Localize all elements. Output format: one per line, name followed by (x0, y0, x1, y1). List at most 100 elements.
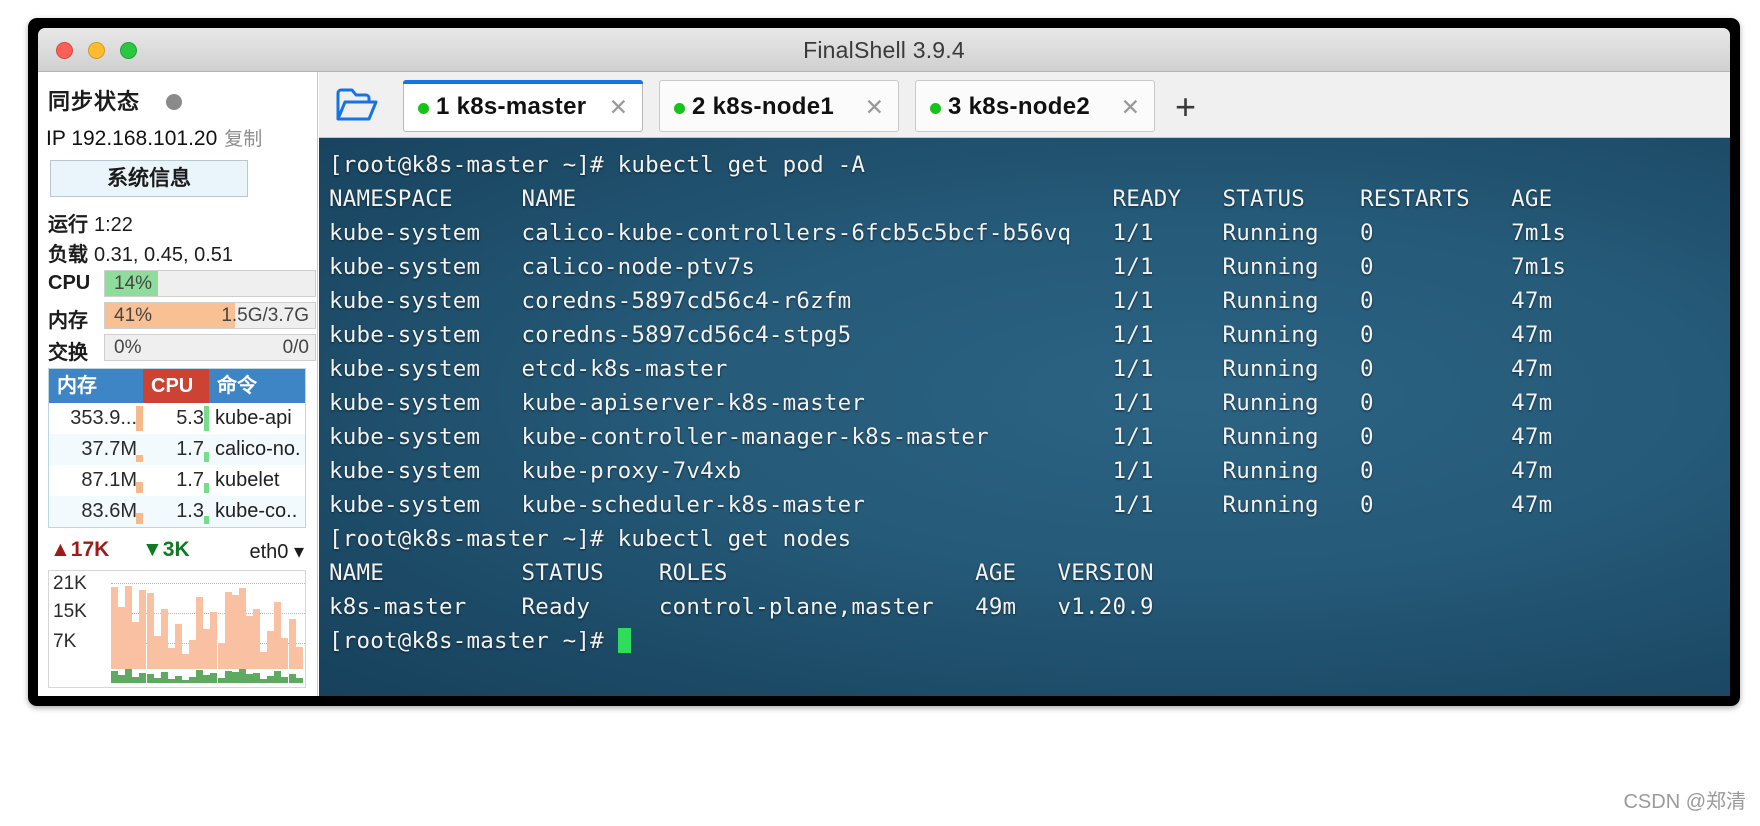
memory-metric-percent: 41% (114, 305, 153, 326)
terminal-line: kube-system coredns-5897cd56c4-stpg5 1/1… (329, 322, 1553, 348)
tab-label: 2 k8s-node1 (692, 93, 835, 120)
tab-k8s-node1[interactable]: 2 k8s-node1 ✕ (659, 80, 899, 132)
system-monitor-sidebar: 同步状态 IP 192.168.101.20 复制 系统信息 运行 1:22 负载 0… (38, 72, 318, 696)
network-baseline-bar (288, 674, 296, 683)
network-baseline-bar (118, 675, 126, 683)
network-bar (132, 621, 140, 669)
terminal-lines: [root@k8s-master ~]# kubectl get pod -A N… (329, 148, 1730, 696)
process-cpu: 1.7 (143, 434, 209, 465)
tab-close-icon[interactable]: ✕ (1121, 94, 1140, 121)
network-bar (288, 619, 296, 669)
process-table: 内存 CPU 命令 353.9... 5.3 kube-api 37.7M 1.7 cal… (48, 368, 306, 528)
tab-k8s-master[interactable]: 1 k8s-master ✕ (403, 80, 643, 132)
network-download-bars (111, 669, 305, 683)
network-bar (139, 589, 147, 669)
terminal-line: kube-system coredns-5897cd56c4-r6zfm 1/1… (329, 288, 1553, 314)
process-command: kube-co.. (215, 500, 298, 522)
network-bar (111, 587, 118, 669)
network-bar (231, 595, 239, 669)
swap-metric-percent: 0% (114, 337, 142, 358)
network-ytick-2: 15K (53, 601, 87, 622)
network-baseline-bar (274, 671, 282, 683)
process-header-command[interactable]: 命令 (209, 369, 305, 403)
tab-k8s-node2[interactable]: 3 k8s-node2 ✕ (915, 80, 1155, 132)
process-memory-bar (136, 513, 143, 524)
process-memory: 87.1M (49, 465, 143, 496)
network-baseline-bar (111, 671, 118, 683)
terminal-line: kube-system calico-kube-controllers-6fcb… (329, 220, 1567, 246)
app-window: FinalShell 3.9.4 同步状态 IP 192.168.101.20 复… (28, 18, 1740, 706)
terminal-line: kube-system kube-controller-manager-k8s-… (329, 424, 1553, 450)
process-row[interactable]: 83.6M 1.3 kube-co.. (49, 496, 305, 527)
cpu-metric-percent: 14% (114, 273, 153, 294)
network-baseline-bar (231, 672, 239, 683)
network-ytick-3: 7K (53, 631, 77, 652)
network-bar (196, 596, 204, 669)
ip-prefix: IP (46, 127, 66, 150)
ip-address-text: IP 192.168.101.20 (46, 127, 217, 150)
loadavg-label: 负载 (48, 244, 88, 266)
process-command: kubelet (215, 469, 280, 491)
network-baseline-bar (281, 677, 289, 683)
process-row[interactable]: 37.7M 1.7 calico-no. (49, 434, 305, 465)
network-bar (182, 653, 189, 669)
sync-status-indicator-icon (166, 94, 182, 110)
network-baseline-bar (189, 677, 197, 683)
screenshot-root: FinalShell 3.9.4 同步状态 IP 192.168.101.20 复… (0, 0, 1760, 826)
process-header-memory[interactable]: 内存 (49, 369, 143, 403)
uptime-value: 1:22 (94, 214, 133, 236)
network-bar (281, 638, 289, 669)
system-info-button[interactable]: 系统信息 (50, 160, 248, 197)
network-baseline-bar (267, 676, 275, 683)
network-baseline-bar (139, 673, 147, 683)
terminal-prompt-line: [root@k8s-master ~]# (329, 624, 1730, 658)
network-interface-label: eth0 (249, 541, 289, 563)
memory-metric-label: 内存 (48, 310, 88, 332)
tab-label: 3 k8s-node2 (948, 93, 1091, 120)
tab-close-icon[interactable]: ✕ (865, 94, 884, 121)
network-bar (267, 631, 275, 669)
network-bar (224, 591, 232, 669)
network-baseline-bar (217, 678, 225, 683)
network-baseline-bar (260, 679, 268, 683)
process-cpu-bar (204, 406, 209, 431)
process-memory-bar (136, 454, 143, 462)
network-baseline-bar (245, 674, 253, 683)
tab-strip: 1 k8s-master ✕ 2 k8s-node1 ✕ 3 k8s-node2… (319, 72, 1730, 138)
network-baseline-bar (132, 677, 140, 683)
terminal-cursor (617, 628, 631, 653)
network-bar (160, 608, 168, 669)
network-bar (253, 608, 260, 669)
network-upload-rate: ▲17K (50, 538, 110, 561)
process-row[interactable]: 87.1M 1.7 kubelet (49, 465, 305, 496)
new-tab-button[interactable]: + (1175, 89, 1196, 125)
process-memory: 353.9... (49, 403, 143, 434)
process-table-body: 353.9... 5.3 kube-api 37.7M 1.7 calico-no. 87.… (49, 403, 305, 527)
process-cpu: 1.7 (143, 465, 209, 496)
copy-ip-button[interactable]: 复制 (224, 129, 262, 150)
process-row[interactable]: 353.9... 5.3 kube-api (49, 403, 305, 434)
process-cpu-bar (204, 483, 209, 493)
network-baseline-bar (146, 674, 154, 683)
network-ytick-1: 21K (53, 573, 87, 594)
window-title: FinalShell 3.9.4 (803, 37, 965, 63)
tab-status-dot-icon (674, 103, 685, 114)
terminal-line: NAME STATUS ROLES AGE VERSION (329, 560, 1154, 586)
process-memory: 37.7M (49, 434, 143, 465)
network-baseline-bar (224, 671, 232, 683)
network-header: ▲17K ▼3K eth0 ▾ (50, 538, 308, 564)
process-cpu-bar (204, 452, 209, 462)
memory-metric-track: 41% 1.5G/3.7G (104, 302, 316, 329)
terminal-output[interactable]: [root@k8s-master ~]# kubectl get pod -A N… (319, 138, 1730, 696)
sync-status-label: 同步状态 (48, 89, 141, 114)
folder-open-icon[interactable] (335, 86, 379, 124)
network-bar (189, 639, 197, 669)
tab-label: 1 k8s-master (436, 93, 587, 120)
process-memory: 83.6M (49, 496, 143, 527)
window-body: 同步状态 IP 192.168.101.20 复制 系统信息 运行 1:22 负载 0… (38, 72, 1730, 696)
tab-close-icon[interactable]: ✕ (609, 94, 628, 121)
network-bar (238, 588, 246, 669)
terminal-line: [root@k8s-master ~]# kubectl get nodes (329, 526, 852, 552)
network-interface-selector[interactable]: eth0 ▾ (249, 539, 304, 564)
process-header-cpu[interactable]: CPU (143, 369, 209, 403)
